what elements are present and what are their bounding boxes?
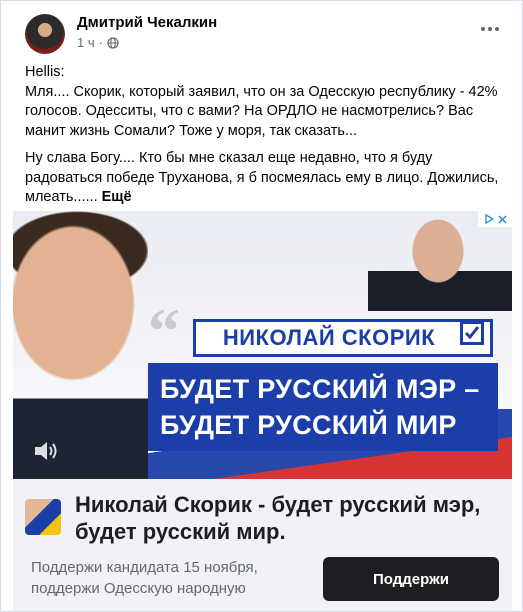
ad-footer[interactable]: Николай Скорик - будет русский мэр, буде… (13, 479, 512, 611)
ad-image[interactable]: “ НИКОЛАЙ СКОРИК БУДЕТ РУССКИЙ МЭР – БУД… (13, 211, 512, 479)
more-options-button[interactable] (476, 19, 504, 39)
close-icon (497, 214, 507, 224)
post-paragraph-1: Hellis: Мля.... Скорик, который заявил, … (25, 64, 498, 139)
author-avatar[interactable] (25, 14, 65, 54)
ad-choices-icon[interactable] (478, 211, 512, 227)
sound-icon[interactable] (33, 439, 59, 463)
post-meta: 1 ч · (77, 35, 119, 50)
author-name[interactable]: Дмитрий Чекалкин (77, 14, 217, 31)
checkbox-icon (460, 321, 484, 345)
ad-description: Поддержи кандидата 15 ноября, поддержи О… (31, 559, 258, 597)
quote-icon: “ (148, 295, 180, 366)
candidate-name: НИКОЛАЙ СКОРИК (222, 325, 436, 350)
dot-icon (481, 27, 485, 31)
slogan-block: БУДЕТ РУССКИЙ МЭР – БУДЕТ РУССКИЙ МИР (148, 363, 498, 451)
post-card: Дмитрий Чекалкин 1 ч · Hellis: Мля.... С… (0, 0, 523, 612)
post-paragraph-2: Ну слава Богу.... Кто бы мне сказал еще … (25, 149, 503, 208)
support-button[interactable]: Поддержи (323, 557, 499, 601)
candidate-name-banner: НИКОЛАЙ СКОРИК (193, 319, 493, 357)
slogan-line-2: БУДЕТ РУССКИЙ МИР (160, 410, 457, 440)
post-time[interactable]: 1 ч (77, 35, 95, 50)
post-text: Hellis: Мля.... Скорик, который заявил, … (25, 63, 503, 216)
see-more-link[interactable]: Ещё (102, 189, 132, 205)
globe-icon (107, 36, 119, 49)
dot-icon (495, 27, 499, 31)
advertiser-logo[interactable] (25, 499, 61, 535)
meta-separator: · (98, 35, 103, 50)
post-paragraph-2-text: Ну слава Богу.... Кто бы мне сказал еще … (25, 150, 499, 205)
dot-icon (488, 27, 492, 31)
slogan-line-1: БУДЕТ РУССКИЙ МЭР – (160, 374, 480, 404)
ad-title[interactable]: Николай Скорик - будет русский мэр, буде… (75, 491, 505, 545)
info-triangle-icon (484, 214, 494, 224)
